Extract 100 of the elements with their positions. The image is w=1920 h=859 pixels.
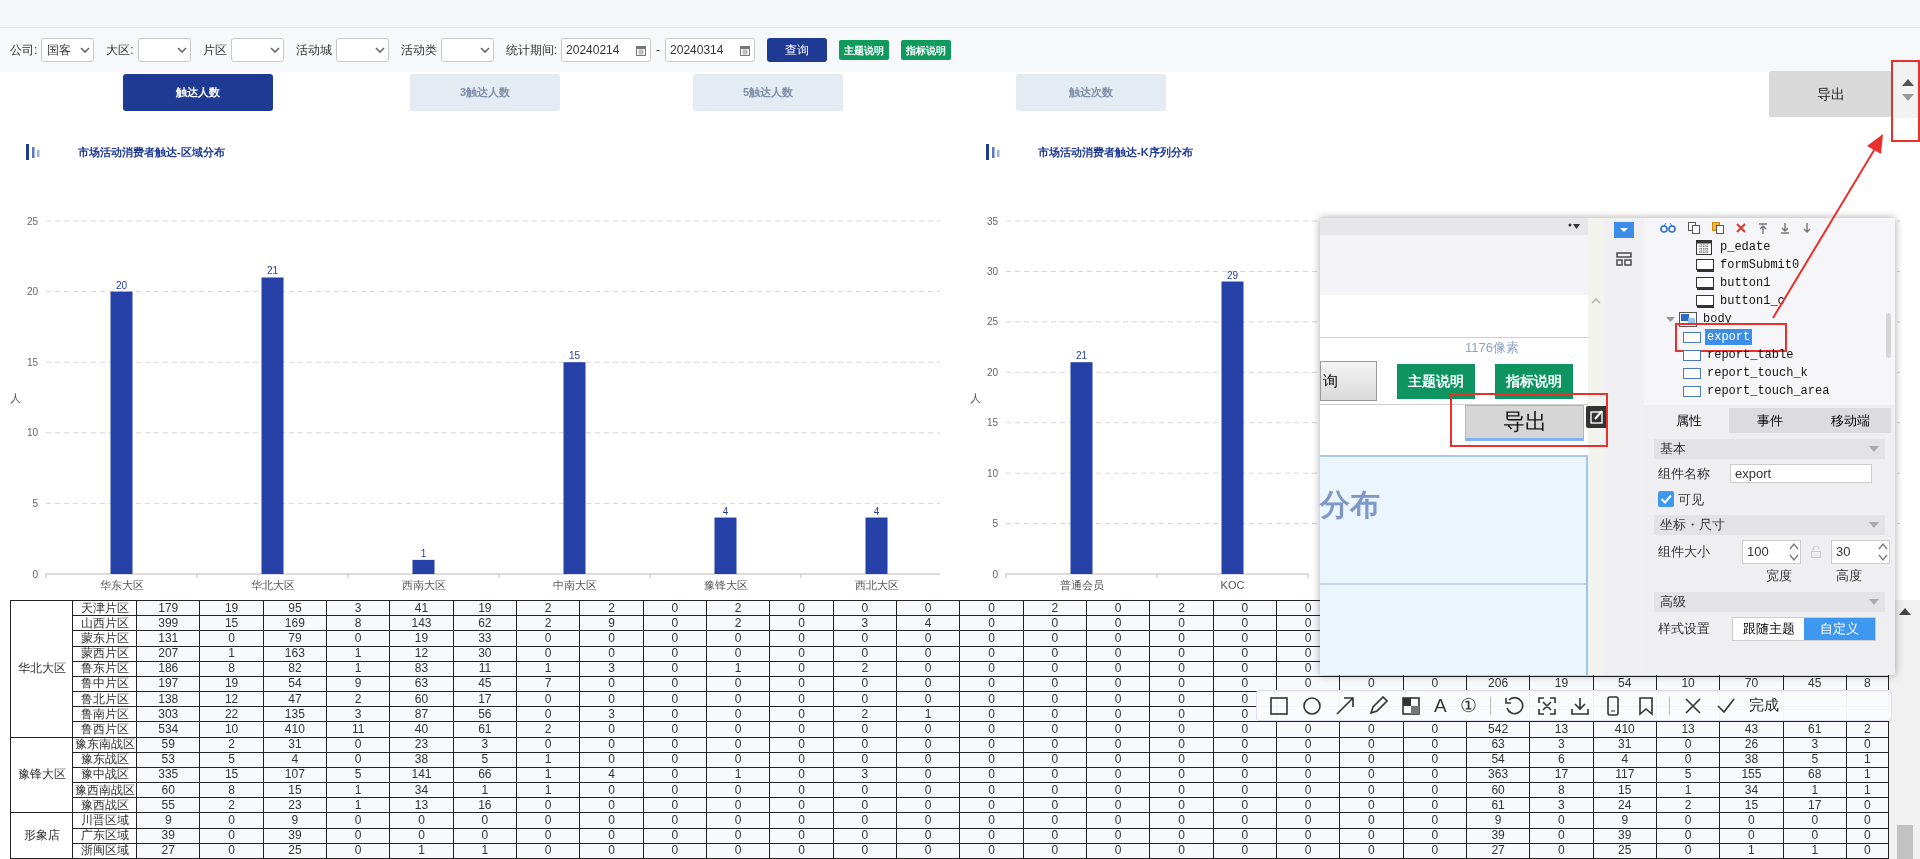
move-top-icon[interactable] (1758, 222, 1768, 234)
circle-tool-icon[interactable] (1302, 695, 1322, 716)
scrollbar-thumb[interactable] (1886, 313, 1891, 358)
tree-item[interactable]: report_touch_area (1705, 383, 1832, 399)
table-cell: 2 (516, 600, 580, 616)
checkbox[interactable] (1658, 491, 1674, 508)
component-icon (1683, 383, 1701, 399)
move-bottom-icon[interactable] (1780, 222, 1790, 234)
chart-title: 市场活动消费者触达-K序列分布 (1038, 144, 1193, 160)
caret-icon (1869, 522, 1879, 528)
up-arrow-icon (1901, 79, 1914, 86)
preview-query-button[interactable]: 询 (1320, 361, 1377, 401)
calendar-icon (740, 44, 751, 56)
spinner-arrows-icon[interactable] (1788, 541, 1800, 563)
date-field[interactable]: 20240314 (665, 38, 756, 62)
preview-help-button[interactable]: 指标说明 (1495, 363, 1573, 399)
done-button[interactable]: 完成 (1748, 694, 1779, 717)
table-cell: 2 (706, 600, 770, 616)
table-cell: 天津片区 (72, 600, 137, 616)
rectangle-tool-icon[interactable] (1269, 695, 1289, 716)
close-icon[interactable] (1682, 695, 1703, 716)
help-button[interactable]: 主题说明 (839, 40, 890, 60)
table-cell: 0 (1213, 600, 1277, 616)
y-tick-label: 0 (992, 568, 998, 580)
tree-item[interactable]: button1_c (1718, 293, 1787, 309)
move-down-icon[interactable] (1802, 222, 1812, 234)
menu-caret-icon[interactable] (1568, 222, 1580, 231)
text-tool-icon[interactable]: ① (1459, 695, 1477, 716)
section-header[interactable]: 坐标・尺寸 (1654, 515, 1885, 535)
scroll-up-icon[interactable] (1898, 608, 1911, 615)
layout-icon[interactable] (1616, 252, 1632, 266)
edit-icon[interactable] (1586, 406, 1608, 428)
table-cell: 0 (896, 600, 960, 616)
name-field[interactable]: export (1730, 464, 1872, 484)
copy-icon[interactable] (1688, 222, 1700, 234)
undo-icon[interactable] (1503, 695, 1524, 716)
table-cell: 19 (199, 600, 264, 616)
number-field[interactable]: 100 (1742, 540, 1801, 564)
y-tick-label: 25 (26, 215, 38, 227)
preview-help-button[interactable]: 主题说明 (1397, 363, 1475, 399)
export-button[interactable]: 导出 (1769, 71, 1893, 117)
scroll-up-button[interactable] (1901, 79, 1914, 86)
section-header[interactable]: 基本 (1654, 439, 1885, 459)
dropdown-icon[interactable] (1614, 222, 1634, 238)
table-cell: 0 (643, 600, 707, 616)
category-label: 华东大区 (99, 579, 144, 591)
filter-label: 统计期间: (505, 42, 558, 59)
number-field[interactable]: 30 (1831, 540, 1890, 564)
bar-value-label: 15 (568, 350, 581, 362)
bar-value-label: 20 (115, 279, 128, 291)
field-label: 组件名称 (1658, 465, 1710, 483)
preview-export-button[interactable]: 导出 (1465, 405, 1584, 441)
tree-item[interactable]: p_edate (1718, 239, 1773, 255)
y-tick-label: 15 (986, 417, 998, 429)
query-button[interactable]: 查询 (767, 38, 828, 62)
help-button[interactable]: 指标说明 (901, 40, 952, 60)
tree-item[interactable]: button1 (1718, 275, 1773, 291)
category-label: KOC (1220, 579, 1245, 591)
calendar-icon (1696, 239, 1714, 255)
scrollbar-thumb[interactable] (1896, 825, 1913, 859)
tree-item[interactable]: formSubmit0 (1718, 257, 1802, 273)
component-icon (1683, 347, 1701, 363)
segment-option[interactable]: 跟随主题 (1733, 617, 1804, 640)
tree-item[interactable]: report_table (1705, 347, 1796, 363)
text-tool-icon[interactable]: A (1434, 695, 1447, 716)
delete-icon[interactable] (1736, 223, 1746, 233)
section-header[interactable]: 高级 (1654, 591, 1885, 612)
date-field[interactable]: 20240214 (561, 38, 652, 62)
y-tick-label: 5 (32, 497, 38, 509)
y-tick-label: 10 (26, 427, 38, 439)
bar-value-label: 1 (420, 547, 427, 559)
panel-tab[interactable]: 移动端 (1810, 408, 1891, 433)
table-cell: 0 (769, 600, 834, 616)
spinner-arrows-icon[interactable] (1877, 541, 1889, 563)
down-arrow-icon (1901, 94, 1914, 101)
filter-label: 活动城 (295, 42, 332, 59)
y-tick-label: 20 (26, 286, 38, 298)
caret-icon (176, 47, 187, 53)
pencil-tool-icon[interactable] (1368, 695, 1388, 716)
binoculars-icon[interactable] (1660, 223, 1676, 233)
tree-item[interactable]: body (1701, 311, 1734, 327)
arrow-tool-icon[interactable] (1335, 695, 1355, 716)
dropdown[interactable]: 国客 (41, 38, 95, 62)
chart-title-icon (26, 144, 40, 160)
download-icon[interactable] (1569, 695, 1590, 716)
metric-tab[interactable]: 触达人数 (123, 74, 273, 111)
bar (412, 559, 435, 574)
table-cell: 41 (389, 600, 454, 616)
section-title: 坐标・尺寸 (1660, 516, 1725, 535)
table-cell: 95 (263, 600, 327, 616)
scan-icon[interactable] (1536, 695, 1557, 716)
scroll-down-button[interactable] (1901, 94, 1914, 101)
mosaic-tool-icon[interactable] (1401, 695, 1421, 716)
table-cell: 0 (833, 600, 897, 616)
paste-icon[interactable] (1712, 222, 1724, 234)
expand-caret-icon[interactable] (1666, 314, 1675, 324)
panel-tab[interactable]: 事件 (1729, 408, 1810, 433)
bar-value-label: 21 (266, 265, 279, 277)
tree-item[interactable]: report_touch_k (1705, 365, 1810, 381)
axis-title: 人 (10, 391, 21, 404)
